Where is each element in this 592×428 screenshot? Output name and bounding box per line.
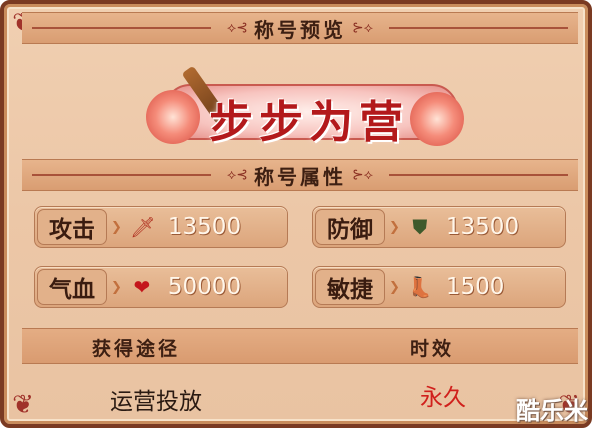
corner-ornament-icon: ❦ bbox=[12, 390, 34, 420]
attribute-name: 气血 bbox=[37, 269, 107, 305]
divider bbox=[389, 174, 568, 176]
heart-icon: ❤ bbox=[133, 275, 151, 299]
arrow-right-icon: ❯ bbox=[111, 219, 122, 235]
scroll-ornament-icon: ⊱⟡ bbox=[352, 167, 373, 183]
arrow-right-icon: ❯ bbox=[389, 279, 400, 295]
scroll-ornament-icon: ⟡⊰ bbox=[227, 20, 248, 36]
attribute-name: 敏捷 bbox=[315, 269, 385, 305]
acquire-method-header: 获得途径 bbox=[92, 338, 181, 360]
attribute-value: 13500 bbox=[167, 214, 242, 240]
acquire-method-value: 运营投放 bbox=[110, 389, 202, 415]
attribute-name: 防御 bbox=[315, 209, 385, 245]
title-banner: 步步为营 bbox=[144, 62, 464, 158]
boot-icon: 👢 bbox=[407, 275, 433, 299]
info-table-header: 获得途径 时效 bbox=[22, 328, 578, 364]
divider bbox=[389, 27, 568, 29]
duration-value: 永久 bbox=[420, 385, 466, 411]
attribute-attack: 攻击 ❯ 🗡 13500 bbox=[34, 206, 288, 248]
title-panel: ❦ ❦ ❦ ❦ ⟡⊰ 称号预览 ⊱⟡ 步步为营 ⟡⊰ 称号属性 ⊱⟡ 攻击 ❯ … bbox=[0, 0, 592, 428]
attributes-section-header: ⟡⊰ 称号属性 ⊱⟡ bbox=[22, 159, 578, 191]
arrow-right-icon: ❯ bbox=[111, 279, 122, 295]
scroll-ornament-icon: ⟡⊰ bbox=[227, 167, 248, 183]
divider bbox=[32, 27, 211, 29]
attribute-name: 攻击 bbox=[37, 209, 107, 245]
arrow-right-icon: ❯ bbox=[389, 219, 400, 235]
attribute-value: 1500 bbox=[445, 274, 505, 300]
attribute-defense: 防御 ❯ ⛊ 13500 bbox=[312, 206, 566, 248]
preview-section-title: 称号预览 bbox=[254, 17, 346, 42]
title-name: 步步为营 bbox=[209, 97, 409, 148]
watermark: 酷乐米 bbox=[516, 397, 588, 425]
duration-header: 时效 bbox=[410, 338, 455, 360]
scroll-ornament-icon: ⊱⟡ bbox=[352, 20, 373, 36]
attribute-hp: 气血 ❯ ❤ 50000 bbox=[34, 266, 288, 308]
attribute-value: 13500 bbox=[445, 214, 520, 240]
divider bbox=[32, 174, 211, 176]
preview-section-header: ⟡⊰ 称号预览 ⊱⟡ bbox=[22, 12, 578, 44]
attribute-value: 50000 bbox=[167, 274, 242, 300]
attribute-agility: 敏捷 ❯ 👢 1500 bbox=[312, 266, 566, 308]
shield-icon: ⛊ bbox=[412, 215, 428, 239]
sword-icon: 🗡 bbox=[129, 215, 156, 239]
attributes-section-title: 称号属性 bbox=[254, 164, 346, 189]
